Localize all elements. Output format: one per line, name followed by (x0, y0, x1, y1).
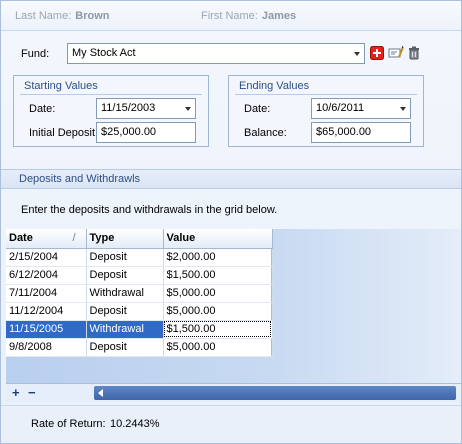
table-row[interactable]: 11/12/2004 Deposit $5,000.00 (6, 302, 273, 321)
cell-date[interactable]: 2/15/2004 (6, 248, 87, 267)
group-divider (235, 94, 417, 95)
ending-values-group: Ending Values Date: 10/6/2011 Balance: $… (228, 75, 424, 147)
rate-of-return-value: 10.2443% (110, 418, 160, 430)
balance-value: $65,000.00 (316, 126, 372, 138)
cell-date[interactable]: 9/8/2008 (6, 338, 87, 357)
horizontal-scrollbar[interactable] (94, 386, 456, 400)
deposits-section-title: Deposits and Withdrawls (19, 173, 141, 185)
edit-icon[interactable] (388, 46, 404, 60)
investment-form: Last Name: Brown First Name: James Fund: M… (0, 0, 462, 444)
remove-row-button[interactable]: − (28, 385, 36, 400)
footer-divider (1, 405, 461, 406)
last-name-label: Last Name: Brown (15, 10, 110, 22)
cell-type[interactable]: Deposit (86, 266, 164, 285)
last-name-value: Brown (75, 10, 110, 22)
cell-date[interactable]: 11/12/2004 (6, 302, 87, 321)
start-date-value: 11/15/2003 (101, 102, 156, 114)
ending-values-title: Ending Values (239, 80, 310, 92)
initial-deposit-field[interactable]: $25,000.00 (96, 122, 196, 143)
add-row-button[interactable]: + (12, 385, 20, 400)
initial-deposit-label: Initial Deposit: (29, 127, 99, 139)
column-header-date[interactable]: Date / (6, 229, 87, 249)
table-row[interactable]: 6/12/2004 Deposit $1,500.00 (6, 266, 273, 285)
cell-date[interactable]: 11/15/2005 (6, 320, 87, 339)
deposits-section-header: Deposits and Withdrawls (1, 169, 461, 189)
start-date-label: Date: (29, 103, 56, 115)
cell-value[interactable]: $1,500.00 (163, 266, 273, 285)
first-name-value: James (261, 10, 297, 22)
grid-instructions: Enter the deposits and withdrawals in th… (21, 204, 278, 216)
balance-label: Balance: (244, 127, 287, 139)
end-date-value: 10/6/2011 (316, 102, 365, 114)
scroll-left-icon[interactable] (98, 389, 103, 397)
first-name-label: First Name: James (201, 10, 297, 22)
transactions-grid[interactable]: Date / Type Value 2/15/2004 Deposit $2,00… (6, 229, 273, 357)
cell-value[interactable]: $5,000.00 (163, 338, 273, 357)
initial-deposit-value: $25,000.00 (101, 126, 157, 138)
cell-type[interactable]: Withdrawal (86, 284, 164, 303)
fund-label: Fund: (21, 48, 50, 60)
starting-values-title: Starting Values (24, 80, 98, 92)
chevron-down-icon[interactable] (400, 107, 406, 111)
cell-type[interactable]: Deposit (86, 338, 164, 357)
cell-type[interactable]: Deposit (86, 302, 164, 321)
add-icon[interactable] (370, 46, 384, 60)
fund-value: My Stock Act (72, 47, 136, 59)
end-date-picker[interactable]: 10/6/2011 (311, 98, 411, 119)
grid-navigator: + − (6, 383, 461, 402)
sort-icon: / (72, 232, 76, 244)
balance-field[interactable]: $65,000.00 (311, 122, 411, 143)
chevron-down-icon[interactable] (354, 52, 360, 56)
column-header-value[interactable]: Value (163, 229, 273, 249)
start-date-picker[interactable]: 11/15/2003 (96, 98, 196, 119)
delete-icon[interactable] (407, 46, 421, 60)
cell-date[interactable]: 6/12/2004 (6, 266, 87, 285)
column-header-type[interactable]: Type (86, 229, 164, 249)
end-date-label: Date: (244, 103, 271, 115)
table-row[interactable]: 2/15/2004 Deposit $2,000.00 (6, 248, 273, 267)
chevron-down-icon[interactable] (185, 107, 191, 111)
fund-combo[interactable]: My Stock Act (67, 43, 365, 64)
table-row[interactable]: 9/8/2008 Deposit $5,000.00 (6, 338, 273, 357)
cell-type[interactable]: Deposit (86, 248, 164, 267)
customer-header: Last Name: Brown First Name: James (1, 1, 461, 31)
cell-type[interactable]: Withdrawal (86, 320, 164, 339)
table-row[interactable]: 7/11/2004 Withdrawal $5,000.00 (6, 284, 273, 303)
cell-value-focused[interactable]: $1,500.00 (163, 320, 273, 339)
group-divider (20, 94, 202, 95)
cell-value[interactable]: $5,000.00 (163, 302, 273, 321)
grid-container: Date / Type Value 2/15/2004 Deposit $2,00… (6, 229, 461, 402)
cell-value[interactable]: $5,000.00 (163, 284, 273, 303)
starting-values-group: Starting Values Date: 11/15/2003 Initial… (13, 75, 209, 147)
table-row-selected[interactable]: 11/15/2005 Withdrawal $1,500.00 (6, 320, 273, 339)
cell-date[interactable]: 7/11/2004 (6, 284, 87, 303)
cell-value[interactable]: $2,000.00 (163, 248, 273, 267)
rate-of-return-label: Rate of Return: (31, 418, 106, 430)
